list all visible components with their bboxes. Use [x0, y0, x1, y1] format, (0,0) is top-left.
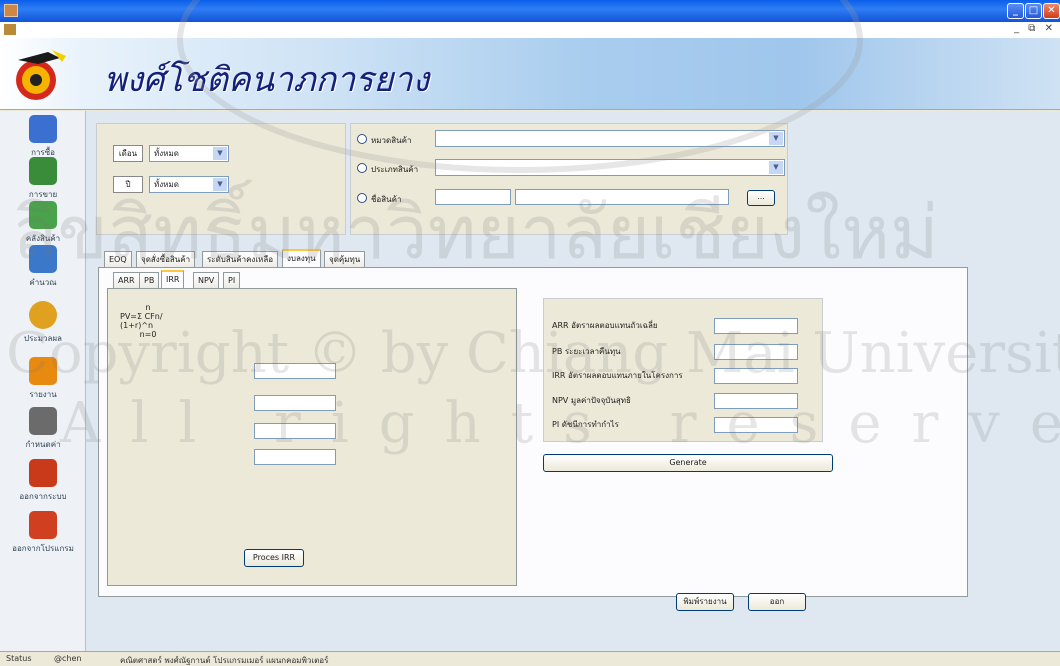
subtab-pi[interactable]: PI [223, 272, 241, 288]
generate-button[interactable]: Generate [543, 454, 833, 472]
formula-upper-bound: n [145, 303, 151, 312]
month-select-value: ทั้งหมด [154, 149, 179, 158]
print-report-button[interactable]: พิมพ์รายงาน [676, 593, 734, 611]
sidebar-item-label: ออกจากโปรแกรม [12, 544, 74, 553]
tab-stock-level[interactable]: ระดับสินค้าคงเหลือ [202, 251, 279, 267]
sales-icon [29, 157, 57, 185]
sidebar-item-process[interactable]: ประมวลผล [2, 301, 84, 361]
sidebar-item-label: การขาย [28, 190, 58, 199]
maximize-button[interactable]: □ [1025, 3, 1042, 19]
year-select-value: ทั้งหมด [154, 180, 179, 189]
chevron-down-icon[interactable]: ▼ [213, 147, 227, 160]
sidebar-item-label: คลังสินค้า [25, 234, 61, 243]
type-radio-label: ประเภทสินค้า [371, 165, 419, 174]
irr-input-1[interactable] [254, 363, 336, 379]
status-bar: Status @chen คณิตศาสตร์ พงศ์ณัฐกานต์ โปร… [0, 651, 1060, 666]
chevron-down-icon[interactable]: ▼ [213, 178, 227, 191]
arr-label: ARR อัตราผลตอบแทนถัวเฉลี่ย [552, 321, 658, 330]
tab-break-even[interactable]: จุดคุ้มทุน [324, 251, 366, 267]
tab-eoq[interactable]: EOQ [104, 251, 132, 267]
banner-title: พงศ์โชติคนาภการยาง [104, 60, 430, 100]
category-select[interactable]: ▼ [435, 130, 785, 147]
investment-tab-page: ARR PB IRR NPV PI n PV=Σ CFn/ (1+r)^n n=… [98, 267, 968, 597]
browse-product-button[interactable]: ... [747, 190, 775, 206]
irr-input-3[interactable] [254, 423, 336, 439]
formula-main: PV=Σ CFn/ (1+r)^n [120, 312, 163, 330]
product-code-input[interactable] [435, 189, 511, 205]
process-irr-button[interactable]: Proces IRR [244, 549, 304, 567]
status-user: @chen [54, 654, 82, 663]
chevron-down-icon[interactable]: ▼ [769, 161, 783, 174]
sidebar-item-exit-program[interactable]: ออกจากโปรแกรม [2, 511, 84, 571]
mdi-child-icon[interactable] [4, 24, 16, 35]
status-message: คณิตศาสตร์ พงศ์ณัฐกานต์ โปรแกรมเมอร์ แผน… [120, 656, 329, 665]
category-radio[interactable] [357, 134, 367, 144]
window-titlebar: _ □ ✕ [0, 0, 1060, 22]
calculator-icon [29, 245, 57, 273]
pb-label: PB ระยะเวลาคืนทุน [552, 347, 621, 356]
app-icon [4, 4, 18, 17]
chevron-down-icon[interactable]: ▼ [769, 132, 783, 145]
irr-label: IRR อัตราผลตอบแทนภายในโครงการ [552, 371, 683, 380]
arr-output[interactable] [714, 318, 798, 334]
sidebar-item-logout[interactable]: ออกจากระบบ [2, 459, 84, 519]
pb-output[interactable] [714, 344, 798, 360]
product-name-input[interactable] [515, 189, 729, 205]
minimize-button[interactable]: _ [1007, 3, 1024, 19]
sidebar-item-calculate[interactable]: คำนวณ [2, 245, 84, 305]
mdi-menu-strip: _ ⧉ ✕ [0, 22, 1060, 38]
sidebar-item-label: ออกจากระบบ [19, 492, 67, 501]
pi-label: PI ดัชนีการทำกำไร [552, 420, 619, 429]
month-select[interactable]: ทั้งหมด ▼ [149, 145, 229, 162]
pi-output[interactable] [714, 417, 798, 433]
subtab-pb[interactable]: PB [139, 272, 160, 288]
status-label: Status [6, 654, 32, 663]
product-filter-group: หมวดสินค้า ▼ ประเภทสินค้า ▼ ชื่อสินค้า .… [350, 123, 788, 235]
year-select[interactable]: ทั้งหมด ▼ [149, 176, 229, 193]
exit-button[interactable]: ออก [748, 593, 806, 611]
tab-reorder-point[interactable]: จุดสั่งซื้อสินค้า [136, 251, 196, 267]
main-content: เดือน ทั้งหมด ▼ ปี ทั้งหมด ▼ หมวดสินค้า … [86, 111, 1060, 651]
purchase-icon [29, 115, 57, 143]
category-radio-label: หมวดสินค้า [371, 136, 412, 145]
month-label: เดือน [113, 145, 143, 162]
sidebar-nav: การซื้อ การขาย คลังสินค้า คำนวณ ประมวลผล… [0, 111, 86, 651]
results-group: ARR อัตราผลตอบแทนถัวเฉลี่ย PB ระยะเวลาคื… [543, 298, 823, 442]
sidebar-item-label: คำนวณ [29, 278, 57, 287]
close-button[interactable]: ✕ [1043, 3, 1060, 19]
product-radio[interactable] [357, 193, 367, 203]
irr-panel: n PV=Σ CFn/ (1+r)^n n=0 Proces IRR [107, 288, 517, 586]
tools-icon [29, 407, 57, 435]
company-logo-icon [16, 50, 66, 100]
npv-label: NPV มูลค่าปัจจุบันสุทธิ [552, 396, 631, 405]
sidebar-item-label: ประมวลผล [24, 334, 62, 343]
irr-formula: n PV=Σ CFn/ (1+r)^n n=0 [120, 303, 190, 339]
type-radio[interactable] [357, 163, 367, 173]
npv-output[interactable] [714, 393, 798, 409]
mdi-window-controls[interactable]: _ ⧉ ✕ [1014, 23, 1056, 34]
subtab-irr[interactable]: IRR [161, 270, 185, 288]
subtab-npv[interactable]: NPV [193, 272, 220, 288]
subtab-arr[interactable]: ARR [113, 272, 140, 288]
formula-lower-bound: n=0 [139, 330, 157, 339]
inventory-icon [29, 201, 57, 229]
irr-input-2[interactable] [254, 395, 336, 411]
product-radio-label: ชื่อสินค้า [371, 195, 402, 204]
clock-icon [29, 301, 57, 329]
tab-investment[interactable]: งบลงทุน [282, 249, 321, 267]
logout-icon [29, 459, 57, 487]
sidebar-item-settings[interactable]: กำหนดค่า [2, 407, 84, 467]
date-filter-group: เดือน ทั้งหมด ▼ ปี ทั้งหมด ▼ [96, 123, 346, 235]
sidebar-item-label: กำหนดค่า [25, 440, 61, 449]
header-banner: พงศ์โชติคนาภการยาง [0, 38, 1060, 110]
type-select[interactable]: ▼ [435, 159, 785, 176]
irr-input-4[interactable] [254, 449, 336, 465]
report-icon [29, 357, 57, 385]
irr-output[interactable] [714, 368, 798, 384]
sidebar-item-label: รายงาน [29, 390, 57, 399]
year-label: ปี [113, 176, 143, 193]
exit-house-icon [29, 511, 57, 539]
